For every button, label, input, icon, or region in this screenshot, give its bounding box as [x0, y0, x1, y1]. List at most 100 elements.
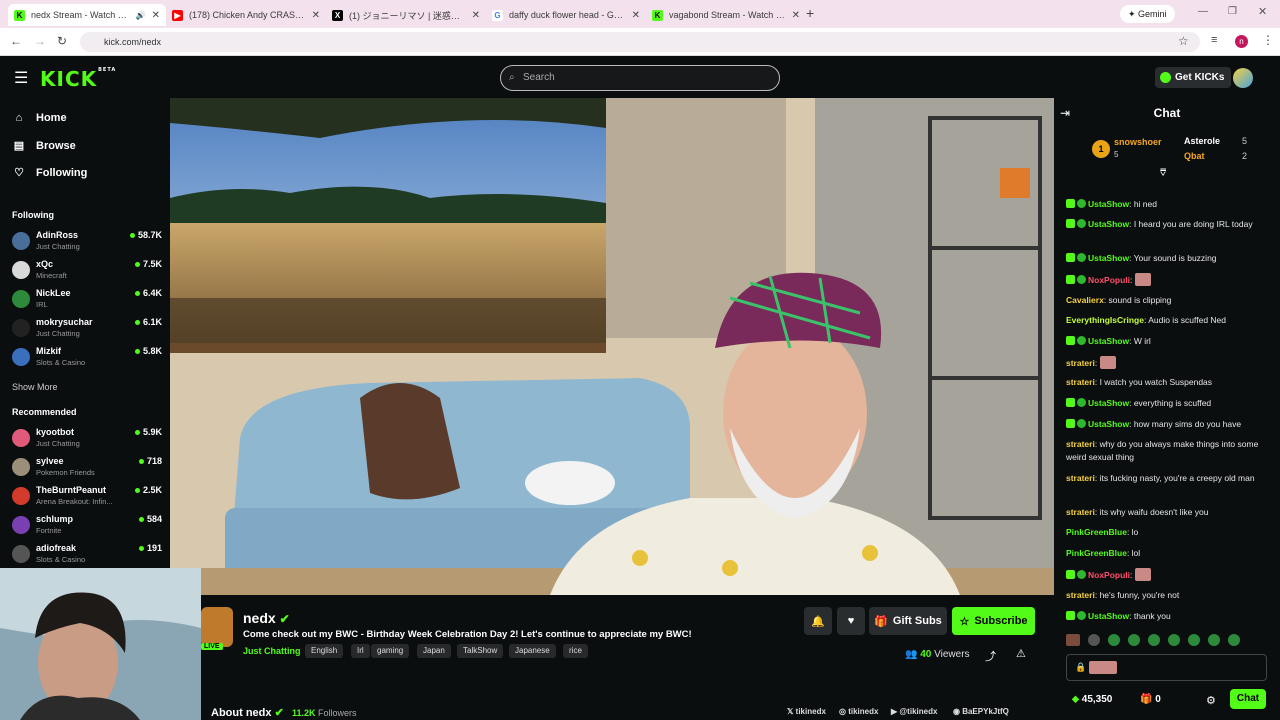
streamer-name[interactable]: nedx ✔: [243, 610, 290, 626]
chat-username[interactable]: NoxPopuli: [1088, 275, 1130, 285]
chat-username[interactable]: strateri: [1066, 377, 1095, 387]
subscribe-button[interactable]: ☆ Subscribe: [952, 607, 1035, 635]
tag-chip[interactable]: English: [305, 644, 344, 658]
chat-username[interactable]: UstaShow: [1088, 199, 1129, 209]
gift-counter[interactable]: 🎁 0: [1140, 694, 1161, 705]
sidebar-channel[interactable]: Mizkif Slots & Casino 5.8K: [12, 344, 162, 370]
nav-browse[interactable]: ▤ Browse: [12, 139, 76, 153]
leader-name[interactable]: Qbat: [1184, 151, 1205, 161]
minimize-icon[interactable]: —: [1198, 6, 1208, 17]
close-tab-icon[interactable]: ✕: [632, 10, 640, 21]
chat-username[interactable]: UstaShow: [1088, 611, 1129, 621]
expand-leaderboard-icon[interactable]: ⩢: [1160, 168, 1166, 179]
new-tab-button[interactable]: +: [806, 5, 814, 21]
leader-name[interactable]: snowshoer: [1114, 137, 1162, 147]
nav-following[interactable]: ♡ Following: [12, 166, 87, 180]
chat-username[interactable]: strateri: [1066, 507, 1095, 517]
chat-username[interactable]: strateri: [1066, 590, 1095, 600]
chat-username[interactable]: Cavalierx: [1066, 295, 1104, 305]
show-more-link[interactable]: Show More: [12, 382, 58, 392]
media-controls-icon[interactable]: ≡: [1211, 34, 1217, 46]
chat-username[interactable]: UstaShow: [1088, 419, 1129, 429]
gemini-button[interactable]: ✦ Gemini: [1120, 5, 1175, 23]
browser-menu-icon[interactable]: ⋮: [1262, 33, 1274, 47]
social-x-link[interactable]: 𝕏 tikinedx: [787, 707, 826, 716]
sidebar-channel[interactable]: TheBurntPeanut Arena Breakout: Infin... 2.…: [12, 483, 162, 509]
browser-tab[interactable]: X (1) ジョニーリマソ | 迷惑外国人枠 ✕: [326, 4, 486, 26]
tag-chip[interactable]: Japan: [417, 644, 451, 658]
chat-input[interactable]: 🔒: [1066, 654, 1267, 681]
emote-icon[interactable]: [1108, 634, 1120, 646]
hamburger-menu-icon[interactable]: ☰: [14, 68, 28, 88]
nav-home[interactable]: ⌂ Home: [12, 112, 67, 124]
leader-name[interactable]: Asterole: [1184, 136, 1220, 146]
social-instagram-link[interactable]: ◎ tikinedx: [839, 707, 878, 716]
browser-tab[interactable]: K vagabond Stream - Watch Live ✕: [646, 4, 806, 26]
sidebar-channel[interactable]: schlump Fortnite 584: [12, 512, 162, 538]
search-input[interactable]: ⌕ Search: [500, 65, 780, 91]
settings-icon[interactable]: ⚙: [1206, 694, 1216, 707]
chat-username[interactable]: UstaShow: [1088, 253, 1129, 263]
browser-tab[interactable]: ▶ (178) Chicken Andy CRASHES N ✕: [166, 4, 326, 26]
sidebar-channel[interactable]: sylvee Pokemon Friends 718: [12, 454, 162, 480]
url-field[interactable]: kick.com/nedx: [80, 32, 1200, 52]
kick-logo[interactable]: KICKBETA: [40, 67, 116, 91]
chat-username[interactable]: UstaShow: [1088, 336, 1129, 346]
emote-icon[interactable]: [1088, 634, 1100, 646]
chat-username[interactable]: strateri: [1066, 473, 1095, 483]
chat-username[interactable]: strateri: [1066, 358, 1095, 368]
close-window-icon[interactable]: ✕: [1258, 5, 1267, 18]
bookmark-star-icon[interactable]: ☆: [1178, 34, 1189, 48]
chat-username[interactable]: NoxPopuli: [1088, 570, 1130, 580]
emote-icon[interactable]: [1188, 634, 1200, 646]
sidebar-channel[interactable]: AdinRoss Just Chatting 58.7K: [12, 228, 162, 254]
sidebar-channel[interactable]: adiofreak Slots & Casino 191: [12, 541, 162, 567]
profile-avatar[interactable]: n: [1235, 35, 1248, 48]
close-tab-icon[interactable]: ✕: [152, 10, 160, 21]
chat-username[interactable]: UstaShow: [1088, 219, 1129, 229]
chat-username[interactable]: strateri: [1066, 439, 1095, 449]
back-icon[interactable]: ←: [10, 34, 22, 48]
follow-button[interactable]: ♥: [837, 607, 865, 635]
emote-icon[interactable]: [1066, 634, 1080, 646]
video-player[interactable]: [170, 98, 1054, 595]
forward-icon[interactable]: →: [34, 34, 46, 48]
sidebar-channel[interactable]: xQc Minecraft 7.5K: [12, 257, 162, 283]
emote-icon[interactable]: [1168, 634, 1180, 646]
sidebar-channel[interactable]: kyootbot Just Chatting 5.9K: [12, 425, 162, 451]
reload-icon[interactable]: ↻: [57, 34, 67, 48]
share-icon[interactable]: ⤴: [985, 648, 996, 664]
emote-icon[interactable]: [1208, 634, 1220, 646]
tag-chip[interactable]: Irl: [351, 644, 370, 658]
maximize-icon[interactable]: ❐: [1228, 6, 1237, 17]
browser-tab[interactable]: K nedx Stream - Watch Live o 🔊 ✕: [8, 4, 166, 26]
chat-username[interactable]: UstaShow: [1088, 398, 1129, 408]
emote-icon[interactable]: [1148, 634, 1160, 646]
browser-tab[interactable]: G daffy duck flower head - Googl ✕: [486, 4, 646, 26]
social-youtube-link[interactable]: ▶ @tikinedx: [891, 707, 937, 716]
notification-bell-button[interactable]: 🔔: [804, 607, 832, 635]
gift-subs-button[interactable]: 🎁 Gift Subs: [869, 607, 947, 635]
tag-chip[interactable]: TalkShow: [457, 644, 504, 658]
sidebar-channel[interactable]: mokrysuchar Just Chatting 6.1K: [12, 315, 162, 341]
chat-username[interactable]: PinkGreenBlue: [1066, 527, 1127, 537]
sidebar-channel[interactable]: NickLee IRL 6.4K: [12, 286, 162, 312]
speaker-icon[interactable]: 🔊: [136, 11, 146, 20]
get-kicks-button[interactable]: Get KICKs: [1155, 67, 1232, 88]
tag-chip[interactable]: rice: [563, 644, 588, 658]
category-link[interactable]: Just Chatting: [243, 644, 301, 658]
tag-chip[interactable]: gaming: [371, 644, 410, 658]
social-discord-link[interactable]: ◉ BaEPYkJtfQ: [953, 707, 1009, 716]
send-chat-button[interactable]: Chat: [1230, 689, 1266, 709]
close-tab-icon[interactable]: ✕: [312, 10, 320, 21]
user-avatar[interactable]: [1233, 68, 1253, 88]
tag-chip[interactable]: Japanese: [509, 644, 556, 658]
emote-icon[interactable]: [1228, 634, 1240, 646]
close-tab-icon[interactable]: ✕: [792, 10, 800, 21]
streamer-avatar[interactable]: [201, 607, 233, 647]
chat-username[interactable]: EverythingIsCringe: [1066, 315, 1144, 325]
close-tab-icon[interactable]: ✕: [472, 10, 480, 21]
report-icon[interactable]: ⚠: [1016, 647, 1026, 660]
emote-icon[interactable]: [1128, 634, 1140, 646]
channel-points[interactable]: ⬥ 45,350: [1072, 694, 1112, 705]
